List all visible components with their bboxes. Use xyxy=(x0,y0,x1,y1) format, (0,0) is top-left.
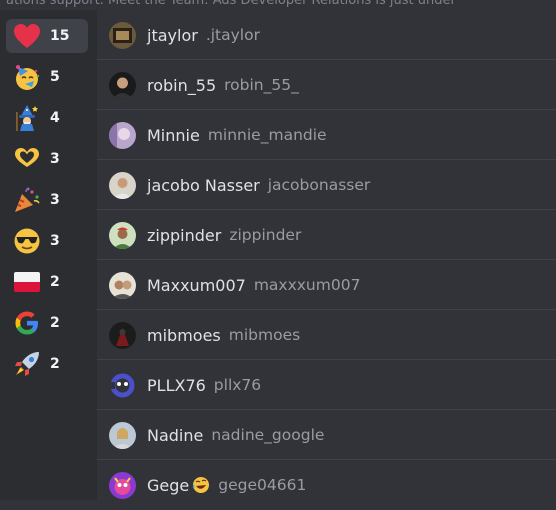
google-logo-icon xyxy=(12,308,42,338)
user-row-jacobo-nasser[interactable]: jacobo Nasser jacobonasser xyxy=(97,160,556,210)
avatar[interactable] xyxy=(109,371,136,399)
avatar[interactable] xyxy=(109,121,136,149)
avatar[interactable] xyxy=(109,21,136,49)
user-username: pllx76 xyxy=(213,376,262,394)
user-row-zippinder[interactable]: zippinder zippinder xyxy=(97,210,556,260)
user-row-robin-55[interactable]: robin_55 robin_55_ xyxy=(97,60,556,110)
mage-icon xyxy=(12,103,42,133)
user-username: nadine_google xyxy=(211,426,325,444)
avatar[interactable] xyxy=(109,421,136,449)
user-username: zippinder xyxy=(229,226,302,244)
poland-flag-icon xyxy=(12,267,42,297)
reaction-tab-party-face[interactable]: 5 xyxy=(6,60,88,94)
reaction-tab-red-heart[interactable]: 15 xyxy=(6,19,88,53)
avatar[interactable] xyxy=(109,71,136,99)
user-display-name: zippinder xyxy=(147,225,222,245)
user-username: mibmoes xyxy=(228,326,301,344)
rocket-icon xyxy=(12,349,42,379)
reaction-count: 3 xyxy=(50,233,60,249)
reaction-tab-poland-flag[interactable]: 2 xyxy=(6,265,88,299)
user-row-gege[interactable]: Gege gege04661 xyxy=(97,460,556,510)
reaction-count: 3 xyxy=(50,151,60,167)
user-row-pllx76[interactable]: PLLX76 pllx76 xyxy=(97,360,556,410)
rofl-face-icon xyxy=(192,476,210,494)
user-row-jtaylor[interactable]: jtaylor .jtaylor xyxy=(97,10,556,60)
cool-face-icon xyxy=(12,226,42,256)
red-heart-icon xyxy=(12,21,42,51)
user-username: gege04661 xyxy=(218,476,307,494)
avatar[interactable] xyxy=(109,471,136,499)
user-display-name: jtaylor xyxy=(147,25,198,45)
reaction-count: 2 xyxy=(50,356,60,372)
reaction-count: 15 xyxy=(50,28,70,44)
avatar[interactable] xyxy=(109,271,136,299)
message-text: ations support. Meet the Team: Ads Devel… xyxy=(6,0,456,8)
reaction-tab-party-popper[interactable]: 3 xyxy=(6,183,88,217)
user-display-name: Gege xyxy=(147,475,190,495)
user-display-name: mibmoes xyxy=(147,325,221,345)
reaction-count: 2 xyxy=(50,315,60,331)
avatar[interactable] xyxy=(109,171,136,199)
user-username: robin_55_ xyxy=(224,76,299,94)
user-username: minnie_mandie xyxy=(207,126,327,144)
user-row-nadine[interactable]: Nadine nadine_google xyxy=(97,410,556,460)
reaction-tab-heart-hands[interactable]: 3 xyxy=(6,142,88,176)
reaction-sidebar: 15 5 4 3 3 3 2 2 2 xyxy=(0,10,97,500)
user-username: jacobonasser xyxy=(267,176,371,194)
user-row-maxxum007[interactable]: Maxxum007 maxxxum007 xyxy=(97,260,556,310)
avatar[interactable] xyxy=(109,321,136,349)
reaction-tab-mage[interactable]: 4 xyxy=(6,101,88,135)
user-row-minnie[interactable]: Minnie minnie_mandie xyxy=(97,110,556,160)
user-display-name: Minnie xyxy=(147,125,200,145)
reaction-count: 2 xyxy=(50,274,60,290)
user-display-name: Nadine xyxy=(147,425,204,445)
heart-hands-icon xyxy=(12,144,42,174)
user-display-name: jacobo Nasser xyxy=(147,175,260,195)
user-row-mibmoes[interactable]: mibmoes mibmoes xyxy=(97,310,556,360)
reactor-list: jtaylor .jtaylor robin_55 robin_55_ Minn… xyxy=(97,10,556,500)
reaction-tab-google[interactable]: 2 xyxy=(6,306,88,340)
reaction-tab-rocket[interactable]: 2 xyxy=(6,347,88,381)
user-display-name: robin_55 xyxy=(147,75,217,95)
user-display-name: PLLX76 xyxy=(147,375,206,395)
user-display-name: Maxxum007 xyxy=(147,275,246,295)
user-username: maxxxum007 xyxy=(253,276,361,294)
party-face-icon xyxy=(12,62,42,92)
avatar[interactable] xyxy=(109,221,136,249)
reaction-count: 5 xyxy=(50,69,60,85)
reaction-count: 3 xyxy=(50,192,60,208)
party-popper-icon xyxy=(12,185,42,215)
reaction-tab-cool-face[interactable]: 3 xyxy=(6,224,88,258)
message-text-strip: ations support. Meet the Team: Ads Devel… xyxy=(0,0,556,10)
reaction-count: 4 xyxy=(50,110,60,126)
user-username: .jtaylor xyxy=(205,26,260,44)
